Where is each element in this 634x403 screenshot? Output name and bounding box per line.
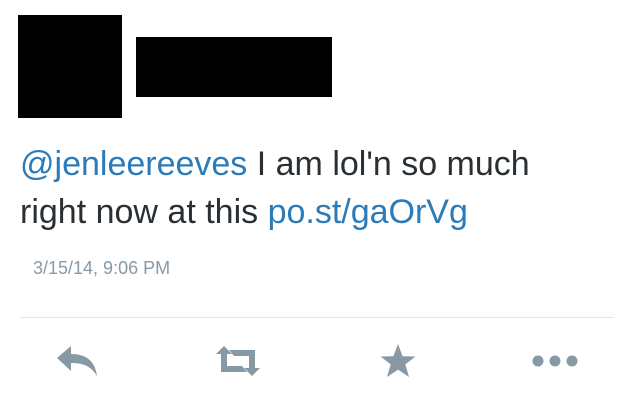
tweet-text: @jenleereeves I am lol'n so much right no… [20, 140, 620, 236]
mention-link[interactable]: @jenleereeves [20, 145, 247, 183]
avatar-redaction [18, 15, 122, 118]
more-button[interactable] [525, 338, 585, 384]
divider [20, 317, 614, 318]
retweet-icon [216, 346, 260, 376]
tweet-timestamp: 3/15/14, 9:06 PM [33, 258, 171, 278]
reply-icon [57, 346, 97, 376]
tweet-text-part-2: right now at this [20, 193, 268, 231]
url-link[interactable]: po.st/gaOrVg [268, 193, 468, 231]
retweet-button[interactable] [208, 338, 268, 384]
username-redaction [136, 37, 332, 97]
tweet-text-part-1: I am lol'n so much [247, 145, 530, 183]
star-icon [380, 344, 416, 377]
favorite-button[interactable] [368, 338, 428, 384]
reply-button[interactable] [47, 338, 107, 384]
more-icon [532, 355, 578, 367]
